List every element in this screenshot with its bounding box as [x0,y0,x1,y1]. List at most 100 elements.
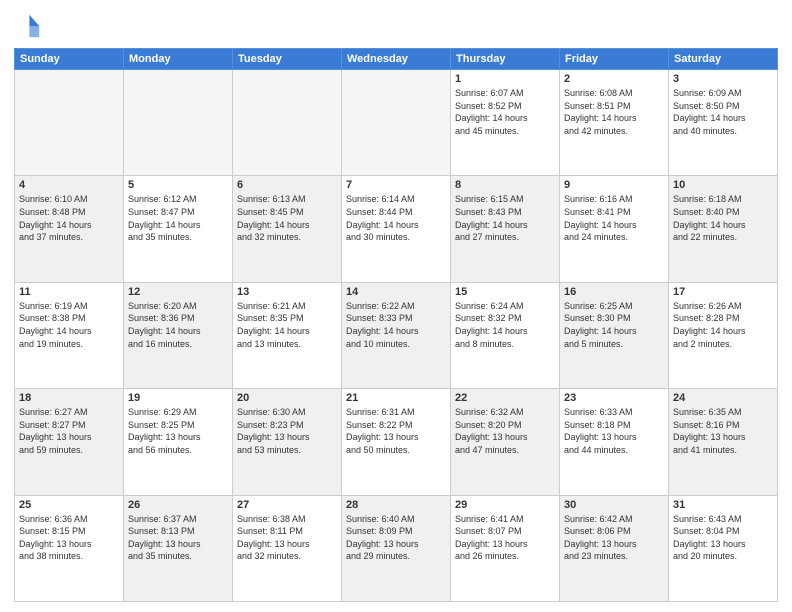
day-number: 31 [673,499,773,511]
calendar-cell [342,70,451,176]
day-info: Sunrise: 6:19 AM Sunset: 8:38 PM Dayligh… [19,300,119,350]
day-number: 19 [128,392,228,404]
day-info: Sunrise: 6:18 AM Sunset: 8:40 PM Dayligh… [673,193,773,243]
calendar-cell: 1 Sunrise: 6:07 AM Sunset: 8:52 PM Daylig… [451,70,560,176]
day-number: 18 [19,392,119,404]
day-number: 23 [564,392,664,404]
calendar-header: SundayMondayTuesdayWednesdayThursdayFrid… [15,49,778,70]
day-number: 21 [346,392,446,404]
day-info: Sunrise: 6:13 AM Sunset: 8:45 PM Dayligh… [237,193,337,243]
day-info: Sunrise: 6:32 AM Sunset: 8:20 PM Dayligh… [455,406,555,456]
calendar-cell: 15 Sunrise: 6:24 AM Sunset: 8:32 PM Dayli… [451,282,560,388]
calendar-cell: 10 Sunrise: 6:18 AM Sunset: 8:40 PM Dayli… [669,176,778,282]
day-info: Sunrise: 6:21 AM Sunset: 8:35 PM Dayligh… [237,300,337,350]
day-info: Sunrise: 6:33 AM Sunset: 8:18 PM Dayligh… [564,406,664,456]
week-row-3: 18 Sunrise: 6:27 AM Sunset: 8:27 PM Dayli… [15,389,778,495]
day-info: Sunrise: 6:36 AM Sunset: 8:15 PM Dayligh… [19,513,119,563]
day-number: 5 [128,179,228,191]
day-number: 17 [673,286,773,298]
day-header-tuesday: Tuesday [233,49,342,70]
day-number: 15 [455,286,555,298]
day-number: 10 [673,179,773,191]
day-number: 1 [455,73,555,85]
day-info: Sunrise: 6:24 AM Sunset: 8:32 PM Dayligh… [455,300,555,350]
calendar-cell: 31 Sunrise: 6:43 AM Sunset: 8:04 PM Dayli… [669,495,778,601]
day-info: Sunrise: 6:15 AM Sunset: 8:43 PM Dayligh… [455,193,555,243]
calendar-cell: 14Sunrise: 6:22 AM Sunset: 8:33 PM Dayli… [342,282,451,388]
day-header-thursday: Thursday [451,49,560,70]
calendar-body: 1 Sunrise: 6:07 AM Sunset: 8:52 PM Daylig… [15,70,778,602]
calendar-cell: 3Sunrise: 6:09 AM Sunset: 8:50 PM Daylig… [669,70,778,176]
calendar-cell: 17 Sunrise: 6:26 AM Sunset: 8:28 PM Dayli… [669,282,778,388]
day-number: 6 [237,179,337,191]
calendar-cell: 9 Sunrise: 6:16 AM Sunset: 8:41 PM Daylig… [560,176,669,282]
day-number: 27 [237,499,337,511]
day-number: 9 [564,179,664,191]
calendar-cell: 4Sunrise: 6:10 AM Sunset: 8:48 PM Daylig… [15,176,124,282]
day-number: 28 [346,499,446,511]
calendar-cell: 6 Sunrise: 6:13 AM Sunset: 8:45 PM Daylig… [233,176,342,282]
calendar-cell: 22 Sunrise: 6:32 AM Sunset: 8:20 PM Dayli… [451,389,560,495]
calendar-cell: 27 Sunrise: 6:38 AM Sunset: 8:11 PM Dayli… [233,495,342,601]
header-row: SundayMondayTuesdayWednesdayThursdayFrid… [15,49,778,70]
day-number: 22 [455,392,555,404]
calendar-table: SundayMondayTuesdayWednesdayThursdayFrid… [14,48,778,602]
day-number: 29 [455,499,555,511]
day-header-wednesday: Wednesday [342,49,451,70]
week-row-4: 25 Sunrise: 6:36 AM Sunset: 8:15 PM Dayli… [15,495,778,601]
day-info: Sunrise: 6:29 AM Sunset: 8:25 PM Dayligh… [128,406,228,456]
calendar-cell: 18 Sunrise: 6:27 AM Sunset: 8:27 PM Dayli… [15,389,124,495]
day-number: 25 [19,499,119,511]
day-header-saturday: Saturday [669,49,778,70]
header [14,12,778,40]
calendar-cell: 23 Sunrise: 6:33 AM Sunset: 8:18 PM Dayli… [560,389,669,495]
week-row-0: 1 Sunrise: 6:07 AM Sunset: 8:52 PM Daylig… [15,70,778,176]
day-number: 2 [564,73,664,85]
day-number: 16 [564,286,664,298]
day-number: 7 [346,179,446,191]
day-info: Sunrise: 6:30 AM Sunset: 8:23 PM Dayligh… [237,406,337,456]
day-number: 8 [455,179,555,191]
calendar-cell: 12 Sunrise: 6:20 AM Sunset: 8:36 PM Dayli… [124,282,233,388]
day-number: 24 [673,392,773,404]
calendar-cell: 29 Sunrise: 6:41 AM Sunset: 8:07 PM Dayli… [451,495,560,601]
day-info: Sunrise: 6:35 AM Sunset: 8:16 PM Dayligh… [673,406,773,456]
day-info: Sunrise: 6:26 AM Sunset: 8:28 PM Dayligh… [673,300,773,350]
calendar-cell: 8 Sunrise: 6:15 AM Sunset: 8:43 PM Daylig… [451,176,560,282]
day-info: Sunrise: 6:40 AM Sunset: 8:09 PM Dayligh… [346,513,446,563]
day-info: Sunrise: 6:22 AM Sunset: 8:33 PM Dayligh… [346,300,446,350]
day-number: 20 [237,392,337,404]
day-number: 26 [128,499,228,511]
calendar-cell: 24 Sunrise: 6:35 AM Sunset: 8:16 PM Dayli… [669,389,778,495]
day-info: Sunrise: 6:07 AM Sunset: 8:52 PM Dayligh… [455,87,555,137]
day-info: Sunrise: 6:38 AM Sunset: 8:11 PM Dayligh… [237,513,337,563]
day-number: 3 [673,73,773,85]
calendar-cell: 5 Sunrise: 6:12 AM Sunset: 8:47 PM Daylig… [124,176,233,282]
calendar-cell: 26Sunrise: 6:37 AM Sunset: 8:13 PM Dayli… [124,495,233,601]
day-number: 13 [237,286,337,298]
day-info: Sunrise: 6:31 AM Sunset: 8:22 PM Dayligh… [346,406,446,456]
logo [14,12,46,40]
day-info: Sunrise: 6:43 AM Sunset: 8:04 PM Dayligh… [673,513,773,563]
week-row-2: 11 Sunrise: 6:19 AM Sunset: 8:38 PM Dayli… [15,282,778,388]
calendar-cell [15,70,124,176]
day-info: Sunrise: 6:10 AM Sunset: 8:48 PM Dayligh… [19,193,119,243]
calendar-cell: 2Sunrise: 6:08 AM Sunset: 8:51 PM Daylig… [560,70,669,176]
day-info: Sunrise: 6:42 AM Sunset: 8:06 PM Dayligh… [564,513,664,563]
day-info: Sunrise: 6:27 AM Sunset: 8:27 PM Dayligh… [19,406,119,456]
calendar-cell: 19 Sunrise: 6:29 AM Sunset: 8:25 PM Dayli… [124,389,233,495]
day-info: Sunrise: 6:20 AM Sunset: 8:36 PM Dayligh… [128,300,228,350]
calendar-cell: 16Sunrise: 6:25 AM Sunset: 8:30 PM Dayli… [560,282,669,388]
logo-icon [14,12,42,40]
day-info: Sunrise: 6:16 AM Sunset: 8:41 PM Dayligh… [564,193,664,243]
day-info: Sunrise: 6:14 AM Sunset: 8:44 PM Dayligh… [346,193,446,243]
calendar-cell: 30Sunrise: 6:42 AM Sunset: 8:06 PM Dayli… [560,495,669,601]
week-row-1: 4Sunrise: 6:10 AM Sunset: 8:48 PM Daylig… [15,176,778,282]
day-number: 12 [128,286,228,298]
page: SundayMondayTuesdayWednesdayThursdayFrid… [0,0,792,612]
day-number: 11 [19,286,119,298]
calendar-cell [233,70,342,176]
day-header-sunday: Sunday [15,49,124,70]
day-info: Sunrise: 6:12 AM Sunset: 8:47 PM Dayligh… [128,193,228,243]
day-info: Sunrise: 6:41 AM Sunset: 8:07 PM Dayligh… [455,513,555,563]
